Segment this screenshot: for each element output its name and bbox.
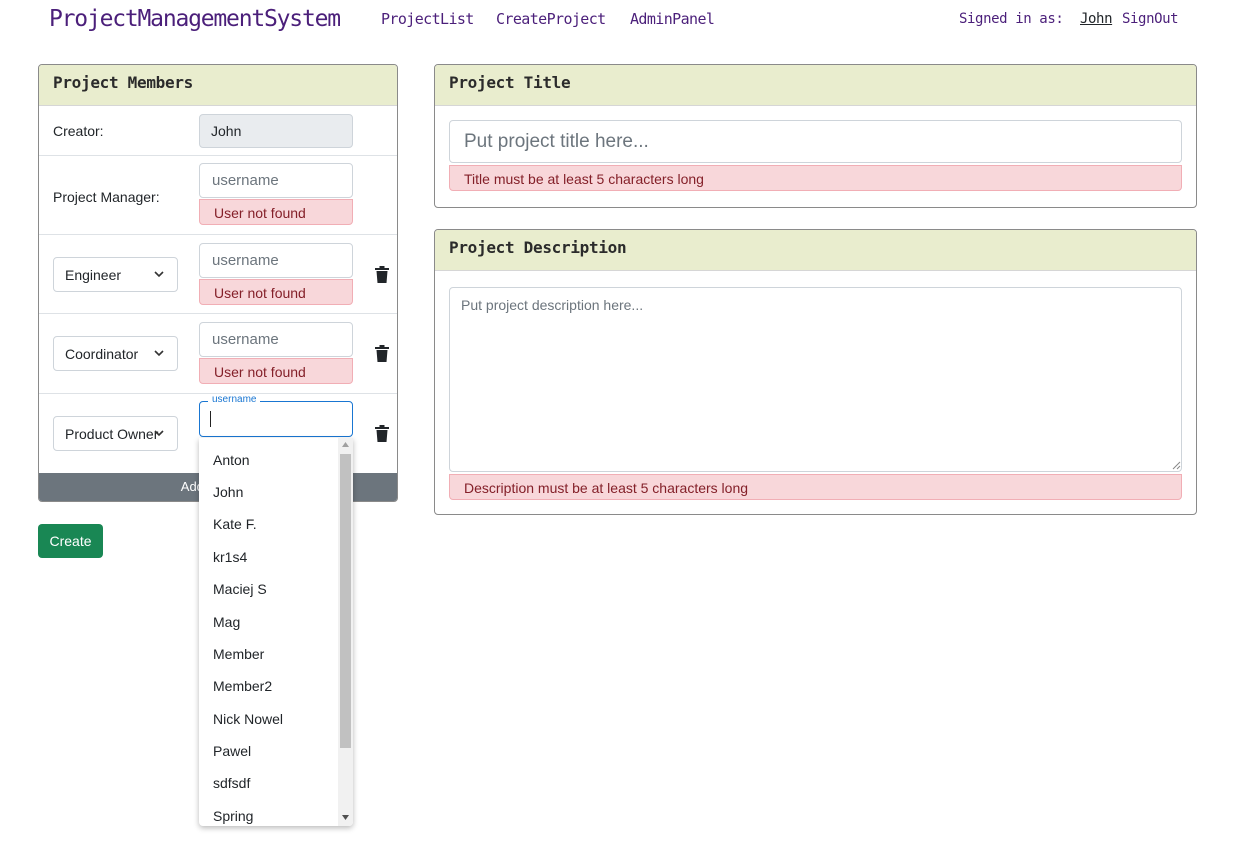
- suggestion-item[interactable]: Member2: [213, 678, 272, 694]
- suggestion-item[interactable]: sdfsdf: [213, 775, 250, 791]
- member-error: User not found: [199, 358, 353, 384]
- member-username-input-focused[interactable]: [199, 401, 353, 437]
- trash-icon[interactable]: [375, 266, 389, 283]
- navbar: ProjectManagementSystem ProjectList Crea…: [0, 0, 1257, 40]
- member-error: User not found: [199, 279, 353, 305]
- project-members-header: Project Members: [39, 65, 397, 106]
- suggestion-item[interactable]: Pawel: [213, 743, 251, 759]
- project-title-input[interactable]: Put project title here...: [449, 120, 1182, 163]
- suggestion-item[interactable]: Maciej S: [213, 581, 267, 597]
- project-description-header: Project Description: [435, 230, 1196, 271]
- create-button[interactable]: Create: [38, 524, 103, 558]
- project-manager-username-input[interactable]: username: [199, 163, 353, 198]
- signed-in-label: Signed in as:: [959, 11, 1064, 27]
- nav-admin-panel[interactable]: AdminPanel: [630, 10, 715, 28]
- member-row: Engineer username User not found: [39, 235, 397, 314]
- username-floating-label: username: [208, 394, 261, 406]
- scroll-down-arrow-icon[interactable]: [342, 815, 349, 820]
- signout-link[interactable]: SignOut: [1122, 11, 1179, 27]
- suggestion-item[interactable]: Spring: [213, 808, 253, 824]
- chevron-down-icon: [154, 350, 164, 357]
- project-title-header: Project Title: [435, 65, 1196, 106]
- signed-in-user-link[interactable]: John: [1080, 11, 1113, 27]
- project-description-textarea[interactable]: Put project description here...: [449, 287, 1182, 472]
- role-select-value: Coordinator: [65, 346, 139, 362]
- suggestion-item[interactable]: Member: [213, 646, 264, 662]
- text-caret: [210, 411, 211, 427]
- brand-link[interactable]: ProjectManagementSystem: [49, 6, 341, 32]
- suggestion-item[interactable]: John: [213, 484, 243, 500]
- trash-icon[interactable]: [375, 425, 389, 442]
- project-description-error: Description must be at least 5 character…: [449, 474, 1182, 500]
- creator-label: Creator:: [53, 123, 104, 139]
- role-select[interactable]: Coordinator: [53, 336, 178, 371]
- member-username-input[interactable]: username: [199, 322, 353, 357]
- chevron-down-icon: [154, 271, 164, 278]
- resize-handle-icon[interactable]: [1172, 461, 1181, 470]
- nav-project-list[interactable]: ProjectList: [381, 10, 474, 28]
- member-username-input[interactable]: username: [199, 243, 353, 278]
- nav-create-project[interactable]: CreateProject: [496, 10, 606, 28]
- project-manager-error: User not found: [199, 199, 353, 225]
- suggestion-item[interactable]: kr1s4: [213, 549, 247, 565]
- role-select[interactable]: Engineer: [53, 257, 178, 292]
- project-description-card: Project Description Put project descript…: [434, 229, 1197, 515]
- role-select-value: Engineer: [65, 267, 122, 283]
- trash-icon[interactable]: [375, 345, 389, 362]
- project-manager-row: Project Manager: username User not found: [39, 156, 397, 235]
- username-suggestions-dropdown[interactable]: Anton John Kate F. kr1s4 Maciej S Mag Me…: [199, 438, 353, 826]
- project-title-card: Project Title Put project title here... …: [434, 64, 1197, 208]
- chevron-down-icon: [154, 430, 164, 437]
- role-select-value: Product Owner: [65, 426, 159, 442]
- suggestion-item[interactable]: Nick Nowel: [213, 711, 283, 727]
- suggestion-item[interactable]: Anton: [213, 452, 250, 468]
- project-manager-label: Project Manager:: [53, 189, 160, 205]
- scroll-up-arrow-icon[interactable]: [342, 442, 349, 447]
- role-select[interactable]: Product Owner: [53, 416, 178, 451]
- creator-field: John: [199, 114, 353, 148]
- suggestion-item[interactable]: Kate F.: [213, 516, 257, 532]
- creator-row: Creator: John: [39, 106, 397, 156]
- scrollbar-thumb[interactable]: [340, 454, 351, 748]
- dropdown-scrollbar[interactable]: [338, 438, 353, 826]
- suggestion-item[interactable]: Mag: [213, 614, 240, 630]
- member-row: Coordinator username User not found: [39, 314, 397, 394]
- project-title-error: Title must be at least 5 characters long: [449, 165, 1182, 191]
